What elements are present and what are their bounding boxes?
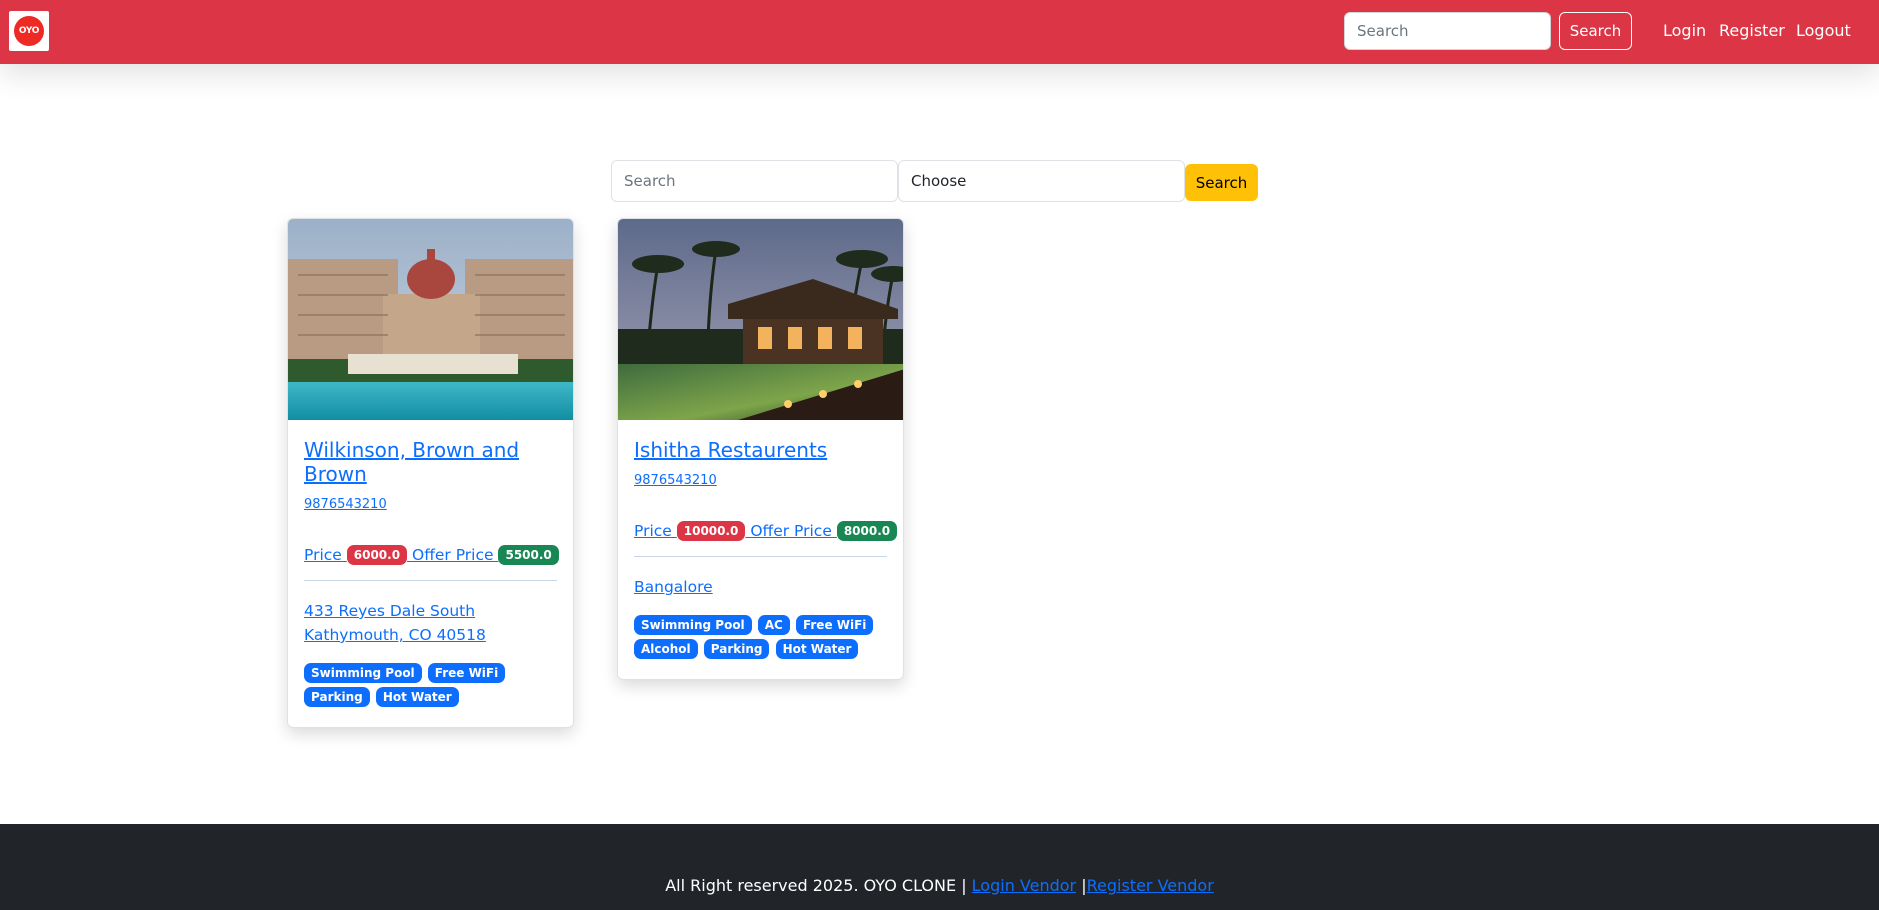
- filter-search-button[interactable]: Search: [1185, 164, 1258, 201]
- footer: All Right reserved 2025. OYO CLONE | Log…: [0, 824, 1879, 910]
- oyo-logo-mark: OYO: [14, 16, 44, 46]
- logout-link[interactable]: Logout: [1796, 21, 1851, 41]
- top-navbar: OYO Search Login Register Logout: [0, 0, 1879, 64]
- hotel-photo-resort: [618, 219, 903, 420]
- offer-price-label: Offer Price: [412, 546, 494, 564]
- divider: [634, 556, 887, 557]
- hotel-name-link[interactable]: Ishitha Restaurents: [634, 438, 887, 462]
- navbar-search-button[interactable]: Search: [1559, 12, 1632, 50]
- amenity-list: Swimming Pool AC Free WiFi Alcohol Parki…: [634, 615, 887, 663]
- offer-price-label: Offer Price: [750, 522, 832, 540]
- amenity-badge: Parking: [703, 639, 770, 659]
- oyo-logo[interactable]: OYO: [9, 11, 49, 51]
- hotel-name-link[interactable]: Wilkinson, Brown and Brown: [304, 438, 557, 486]
- location-select[interactable]: Choose: [898, 160, 1185, 202]
- price-row[interactable]: Price 6000.0 Offer Price 5500.0: [304, 544, 559, 566]
- amenity-badge: Free WiFi: [427, 663, 506, 683]
- amenity-badge: Swimming Pool: [634, 615, 752, 635]
- register-link[interactable]: Register: [1719, 21, 1785, 41]
- price-badge: 10000.0: [676, 521, 746, 541]
- price-label: Price: [634, 522, 672, 540]
- amenity-badge: Alcohol: [634, 639, 698, 659]
- amenity-badge: Free WiFi: [795, 615, 874, 635]
- login-vendor-link[interactable]: Login Vendor: [972, 876, 1076, 895]
- amenity-badge: Hot Water: [775, 639, 859, 659]
- offer-price-badge: 8000.0: [836, 521, 898, 541]
- offer-price-badge: 5500.0: [498, 545, 559, 565]
- price-row[interactable]: Price 10000.0 Offer Price 8000.0: [634, 520, 898, 542]
- amenity-badge: AC: [757, 615, 790, 635]
- hotel-photo-palace: [288, 219, 573, 420]
- amenity-badge: Swimming Pool: [304, 663, 422, 683]
- hotel-address-link[interactable]: Bangalore: [634, 575, 887, 599]
- hotel-address-link[interactable]: 433 Reyes Dale South Kathymouth, CO 4051…: [304, 599, 557, 647]
- location-select-value: Choose: [911, 172, 967, 190]
- hotel-image[interactable]: [288, 219, 573, 420]
- footer-text: All Right reserved 2025. OYO CLONE | Log…: [0, 876, 1879, 896]
- price-label: Price: [304, 546, 342, 564]
- amenity-list: Swimming Pool Free WiFi Parking Hot Wate…: [304, 663, 557, 711]
- hotel-card: Ishitha Restaurents 9876543210 Price 100…: [617, 218, 904, 680]
- login-link[interactable]: Login: [1663, 21, 1706, 41]
- hotel-search-input[interactable]: [611, 160, 898, 202]
- price-badge: 6000.0: [346, 545, 408, 565]
- hotel-phone-link[interactable]: 9876543210: [634, 472, 887, 490]
- hotel-card: Wilkinson, Brown and Brown 9876543210 Pr…: [287, 218, 574, 728]
- divider: [304, 580, 557, 581]
- amenity-badge: Hot Water: [375, 687, 459, 707]
- hotel-phone-link[interactable]: 9876543210: [304, 496, 557, 514]
- register-vendor-link[interactable]: Register Vendor: [1087, 876, 1214, 895]
- navbar-search-input[interactable]: [1344, 12, 1551, 50]
- copyright-text: All Right reserved 2025. OYO CLONE |: [665, 876, 967, 895]
- hotel-image[interactable]: [618, 219, 903, 420]
- amenity-badge: Parking: [304, 687, 370, 707]
